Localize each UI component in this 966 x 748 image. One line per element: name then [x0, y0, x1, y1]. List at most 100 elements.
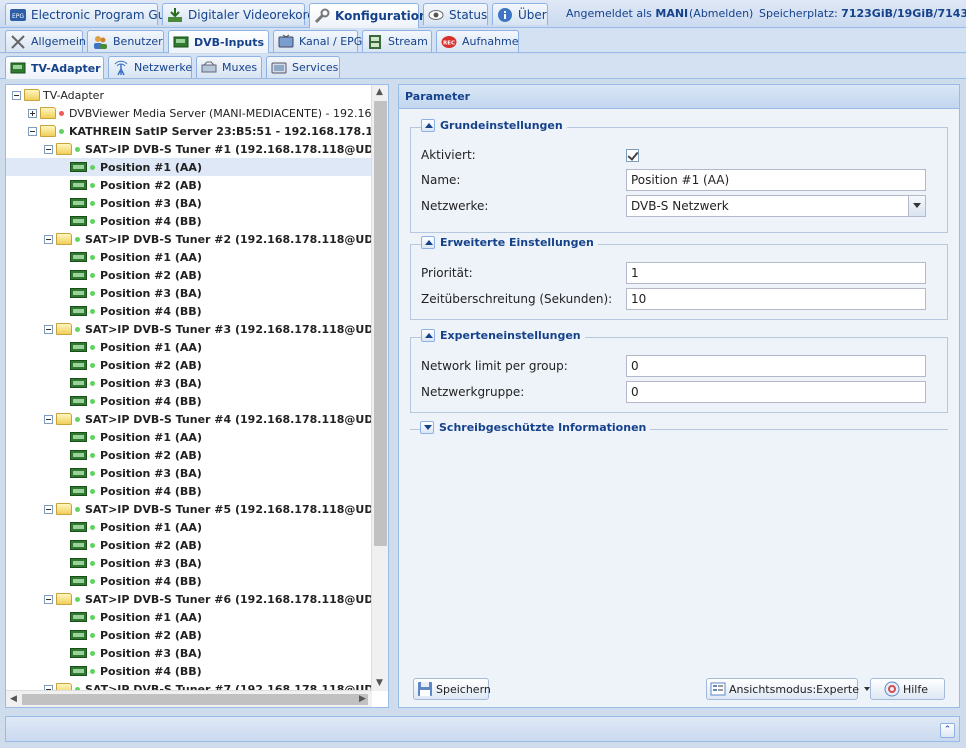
tree-vertical-scrollbar[interactable]: ▲ ▼ — [371, 85, 388, 691]
tab-label: Muxes — [222, 61, 258, 74]
tab-recording[interactable]: REC Aufnahme — [436, 30, 519, 52]
tree-node-position[interactable]: Position #2 (AB) — [6, 356, 372, 374]
collapse-icon[interactable] — [421, 119, 435, 132]
view-mode-button[interactable]: Ansichtsmodus:Experte — [706, 678, 870, 700]
collapse-icon[interactable] — [28, 126, 37, 136]
network-group-input[interactable] — [626, 381, 926, 403]
status-online-icon — [90, 254, 95, 260]
tab-about[interactable]: Über — [492, 3, 548, 25]
collapse-icon[interactable] — [12, 90, 21, 100]
tab-dvr[interactable]: Digitaler Videorekorder — [162, 3, 327, 25]
tree-node-tuner[interactable]: SAT>IP DVB-S Tuner #2 (192.168.178.118@U… — [6, 230, 372, 248]
tab-stream[interactable]: Stream — [362, 30, 432, 52]
scrollbar-thumb[interactable] — [374, 101, 387, 546]
collapse-icon[interactable] — [421, 329, 435, 342]
scrollbar-thumb[interactable] — [22, 694, 368, 705]
name-input[interactable] — [626, 169, 926, 191]
logout-link[interactable]: (Abmelden) — [689, 7, 753, 20]
tab-muxes[interactable]: Muxes — [196, 56, 262, 78]
tree-node-position[interactable]: Position #2 (AB) — [6, 446, 372, 464]
chevron-down-icon[interactable] — [908, 196, 925, 216]
networks-select[interactable]: DVB-S Netzwerk — [626, 195, 926, 217]
tree-node-position[interactable]: Position #4 (BB) — [6, 392, 372, 410]
tab-services[interactable]: Services — [266, 56, 340, 78]
tree-node-position[interactable]: Position #1 (AA) — [6, 248, 372, 266]
collapse-icon[interactable] — [44, 234, 53, 244]
tree-node-position[interactable]: Position #3 (BA) — [6, 284, 372, 302]
tree-node-position[interactable]: Position #4 (BB) — [6, 572, 372, 590]
tv-icon — [278, 34, 294, 50]
collapse-icon[interactable] — [44, 144, 53, 154]
tree-node-position[interactable]: Position #2 (AB) — [6, 536, 372, 554]
tree-node-position[interactable]: Position #2 (AB) — [6, 266, 372, 284]
tab-configuration[interactable]: Konfiguration — [309, 3, 428, 28]
fieldset-legend[interactable]: Experteneinstellungen — [421, 329, 585, 342]
tree-node-server[interactable]: DVBViewer Media Server (MANI-MEDIACENTE)… — [6, 104, 372, 122]
tab-dvb-inputs[interactable]: DVB-Inputs — [168, 30, 269, 53]
expand-icon[interactable] — [420, 421, 434, 434]
tree-node-position[interactable]: Position #3 (BA) — [6, 644, 372, 662]
scroll-up-icon[interactable]: ▲ — [376, 87, 383, 97]
tree-node-position[interactable]: Position #4 (BB) — [6, 302, 372, 320]
tree-node-position[interactable]: Position #1 (AA) — [6, 608, 372, 626]
view-mode-icon — [710, 681, 726, 697]
priority-input[interactable] — [626, 262, 926, 284]
collapse-icon[interactable] — [44, 324, 53, 334]
tree-node-position[interactable]: Position #3 (BA) — [6, 464, 372, 482]
scroll-right-icon[interactable]: ▶ — [359, 694, 366, 704]
tree-node-server[interactable]: KATHREIN SatIP Server 23:B5:51 - 192.168… — [6, 122, 372, 140]
tools-icon — [10, 34, 26, 50]
tree-node-tuner[interactable]: SAT>IP DVB-S Tuner #3 (192.168.178.118@U… — [6, 320, 372, 338]
collapse-icon[interactable] — [44, 594, 53, 604]
help-icon — [884, 681, 900, 697]
tree-node-position[interactable]: Position #1 (AA) — [6, 518, 372, 536]
tab-label: Netzwerke — [134, 61, 193, 74]
tab-epg[interactable]: EPG Electronic Program Guide — [5, 3, 184, 25]
status-online-icon — [90, 470, 95, 476]
enabled-checkbox[interactable] — [626, 148, 639, 162]
status-online-icon — [90, 308, 95, 314]
help-button[interactable]: Hilfe — [870, 678, 945, 700]
tree-node-position[interactable]: Position #4 (BB) — [6, 212, 372, 230]
tree-node-position[interactable]: Position #2 (AB) — [6, 176, 372, 194]
tree-node-position[interactable]: Position #3 (BA) — [6, 194, 372, 212]
tab-channel-epg[interactable]: Kanal / EPG — [273, 30, 362, 52]
card-icon — [70, 396, 87, 406]
fieldset-basic-settings: Grundeinstellungen Aktiviert: Name: Netz… — [410, 119, 948, 233]
tree-node-tuner[interactable]: SAT>IP DVB-S Tuner #1 (192.168.178.118@U… — [6, 140, 372, 158]
tab-networks[interactable]: Netzwerke — [108, 56, 192, 78]
tab-tv-adapter[interactable]: TV-Adapter — [5, 56, 104, 79]
fieldset-legend[interactable]: Schreibgeschützte Informationen — [420, 421, 651, 434]
tree-node-position-selected[interactable]: Position #1 (AA) — [6, 158, 372, 176]
scroll-down-icon[interactable]: ▼ — [376, 678, 383, 688]
fieldset-legend[interactable]: Erweiterte Einstellungen — [421, 236, 598, 249]
tab-general[interactable]: Allgemein — [5, 30, 86, 52]
tree-node-position[interactable]: Position #2 (AB) — [6, 626, 372, 644]
tree-node-position[interactable]: Position #1 (AA) — [6, 428, 372, 446]
tree-node-tuner[interactable]: SAT>IP DVB-S Tuner #5 (192.168.178.118@U… — [6, 500, 372, 518]
scroll-left-icon[interactable]: ◀ — [10, 694, 17, 704]
tree-node-tuner[interactable]: SAT>IP DVB-S Tuner #4 (192.168.178.118@U… — [6, 410, 372, 428]
tree-node-position[interactable]: Position #3 (BA) — [6, 374, 372, 392]
save-button[interactable]: Speichern — [413, 678, 491, 700]
collapse-icon[interactable] — [421, 236, 435, 249]
expand-icon[interactable] — [28, 108, 37, 118]
collapse-icon[interactable] — [44, 414, 53, 424]
tree-node-position[interactable]: Position #4 (BB) — [6, 482, 372, 500]
adapter-tree: TV-Adapter DVBViewer Media Server (MANI-… — [6, 85, 372, 691]
tree-node-tuner[interactable]: SAT>IP DVB-S Tuner #6 (192.168.178.118@U… — [6, 590, 372, 608]
tree-node-position[interactable]: Position #1 (AA) — [6, 338, 372, 356]
tree-node-position[interactable]: Position #3 (BA) — [6, 554, 372, 572]
tab-status[interactable]: Status — [423, 3, 488, 25]
network-limit-input[interactable] — [626, 355, 926, 377]
collapse-icon[interactable] — [44, 504, 53, 514]
tree-node-root[interactable]: TV-Adapter — [6, 86, 372, 104]
fieldset-legend[interactable]: Grundeinstellungen — [421, 119, 567, 132]
status-online-icon — [90, 488, 95, 494]
tree-horizontal-scrollbar[interactable]: ◀ ▶ — [6, 690, 372, 707]
tab-users[interactable]: Benutzer — [87, 30, 164, 52]
tree-node-position[interactable]: Position #4 (BB) — [6, 662, 372, 680]
expand-up-icon[interactable]: ⌃ — [940, 723, 955, 738]
timeout-input[interactable] — [626, 288, 926, 310]
card-icon — [70, 252, 87, 262]
